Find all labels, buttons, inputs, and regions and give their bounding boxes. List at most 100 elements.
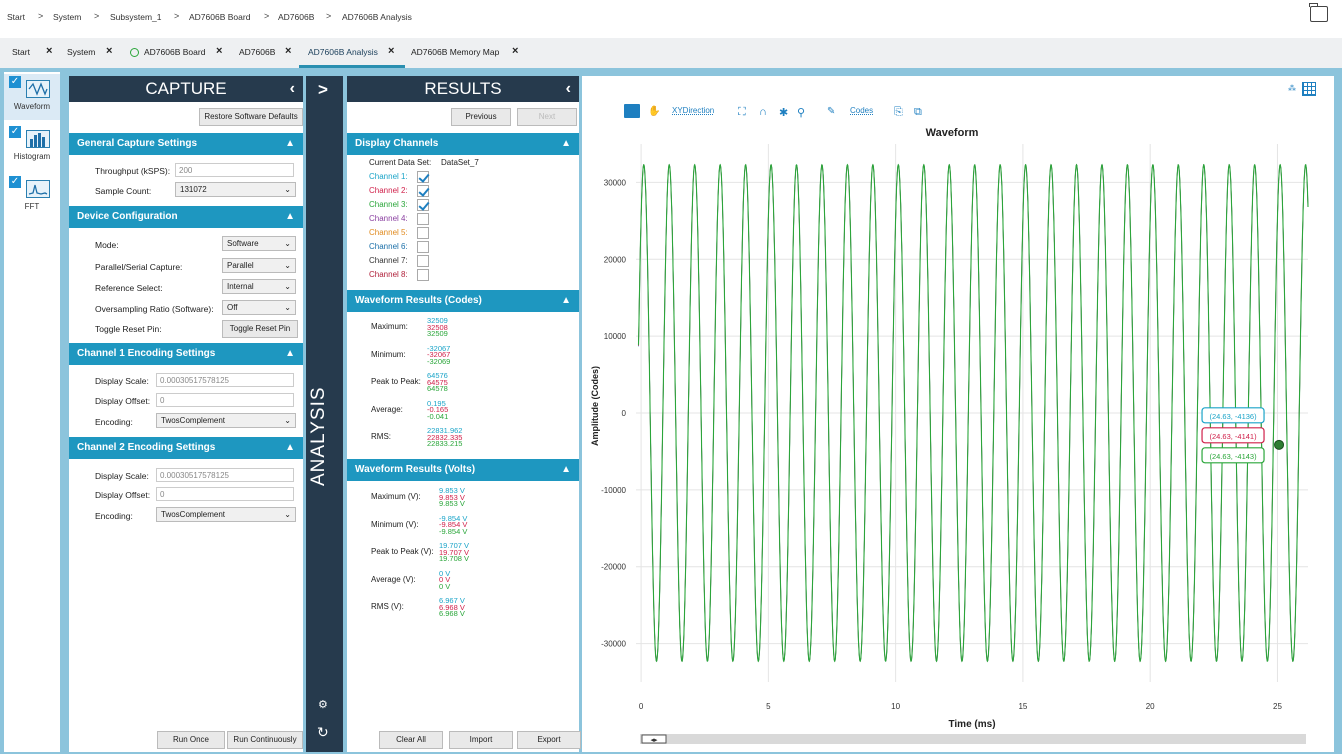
encoding-select[interactable]: TwosComplement ⌄ xyxy=(156,507,296,522)
channel-label: Channel 1: xyxy=(369,172,408,181)
previous-button[interactable]: Previous xyxy=(451,108,511,126)
channel-checkbox[interactable] xyxy=(417,171,429,183)
close-icon[interactable]: × xyxy=(46,45,52,57)
sample-count-label: Sample Count: xyxy=(95,186,152,196)
display-scale-input[interactable]: 0.00030517578125 xyxy=(156,468,294,482)
select-value: Internal xyxy=(227,282,254,291)
result-label: RMS: xyxy=(371,432,391,441)
folder-icon[interactable] xyxy=(1309,3,1328,22)
run-once-button[interactable]: Run Once xyxy=(157,731,225,749)
waveform-chart[interactable]: Waveform 0 5 10 15 20 25 30000 20000 10000 0 -1000… xyxy=(582,76,1334,752)
breadcrumb-item[interactable]: Subsystem_1 xyxy=(110,12,162,22)
display-offset-input[interactable]: 0 xyxy=(156,487,294,501)
result-value: 64578 xyxy=(427,384,448,393)
checkbox-icon[interactable]: ✓ xyxy=(9,76,21,88)
expand-chevron-icon[interactable]: > xyxy=(318,80,328,100)
checkbox-icon[interactable]: ✓ xyxy=(9,126,21,138)
collapse-chevron-icon[interactable]: ‹ xyxy=(566,76,571,102)
channel-checkbox[interactable] xyxy=(417,185,429,197)
tab-system[interactable]: System xyxy=(67,47,95,57)
cursor-tooltip-text: (24.63, -4136) xyxy=(1209,412,1257,421)
x-tick-label: 20 xyxy=(1146,702,1155,711)
cursor-point[interactable] xyxy=(1274,439,1285,450)
breadcrumb-item[interactable]: System xyxy=(53,12,81,22)
horizontal-scrollbar[interactable] xyxy=(640,734,1306,744)
breadcrumb-item[interactable]: Start xyxy=(7,12,25,22)
run-continuously-button[interactable]: Run Continuously xyxy=(227,731,303,749)
throughput-input[interactable]: 200 xyxy=(175,163,294,177)
nav-histogram[interactable]: ✓ Histogram xyxy=(4,124,60,170)
general-settings-header[interactable]: General Capture Settings ▲ xyxy=(69,133,303,155)
channel-checkbox[interactable] xyxy=(417,269,429,281)
encoding-select[interactable]: TwosComplement ⌄ xyxy=(156,413,296,428)
checkbox-icon[interactable]: ✓ xyxy=(9,176,21,188)
encoding-label: Encoding: xyxy=(95,511,133,521)
close-icon[interactable]: × xyxy=(512,45,518,57)
close-icon[interactable]: × xyxy=(106,45,112,57)
tab-analysis[interactable]: AD7606B Analysis xyxy=(308,47,378,57)
breadcrumb-chevron-icon: > xyxy=(174,11,180,21)
collapse-chevron-icon[interactable]: ‹ xyxy=(290,76,295,102)
breadcrumb: Start > System > Subsystem_1 > AD7606B B… xyxy=(0,0,1342,36)
toggle-reset-button[interactable]: Toggle Reset Pin xyxy=(222,320,298,338)
section-title: Device Configuration xyxy=(77,211,178,222)
import-button[interactable]: Import xyxy=(449,731,513,749)
oversampling-label: Oversampling Ratio (Software): xyxy=(95,304,214,314)
parallel-serial-select[interactable]: Parallel ⌄ xyxy=(222,258,296,273)
display-offset-input[interactable]: 0 xyxy=(156,393,294,407)
volts-results-header[interactable]: Waveform Results (Volts) ▲ xyxy=(347,459,579,481)
oversampling-select[interactable]: Off ⌄ xyxy=(222,300,296,315)
close-icon[interactable]: × xyxy=(285,45,291,57)
result-value: 9.853 V xyxy=(439,499,465,508)
tab-device[interactable]: AD7606B xyxy=(239,47,275,57)
nav-label: FFT xyxy=(24,202,40,211)
export-button[interactable]: Export xyxy=(517,731,581,749)
mode-label: Mode: xyxy=(95,240,119,250)
tab-memory-map[interactable]: AD7606B Memory Map xyxy=(411,47,499,57)
channel-checkbox[interactable] xyxy=(417,255,429,267)
result-value: -9.854 V xyxy=(439,526,468,536)
waveform-plot-area[interactable]: ✋ XYDirection ⛶ ∩ ✱ ⚲ ✎ Codes ⎘ ⧉ ⁂ Wave… xyxy=(582,76,1334,752)
sample-count-select[interactable]: 131072 ⌄ xyxy=(175,182,296,197)
plot-type-nav: ✓ Waveform ✓ Histogram ✓ FFT xyxy=(4,72,60,752)
nav-fft[interactable]: ✓ FFT xyxy=(4,174,60,220)
ch2-encoding-header[interactable]: Channel 2 Encoding Settings ▲ xyxy=(69,437,303,459)
reference-select[interactable]: Internal ⌄ xyxy=(222,279,296,294)
breadcrumb-item[interactable]: AD7606B Analysis xyxy=(342,12,412,22)
device-config-header[interactable]: Device Configuration ▲ xyxy=(69,206,303,228)
close-icon[interactable]: × xyxy=(388,45,394,57)
restore-defaults-button[interactable]: Restore Software Defaults xyxy=(199,108,303,126)
display-scale-input[interactable]: 0.00030517578125 xyxy=(156,373,294,387)
next-button[interactable]: Next xyxy=(517,108,577,126)
channel-checkbox[interactable] xyxy=(417,241,429,253)
breadcrumb-item[interactable]: AD7606B Board xyxy=(189,12,250,22)
tab-board[interactable]: AD7606B Board xyxy=(144,47,205,57)
channel-checkbox[interactable] xyxy=(417,199,429,211)
settings-gear-icon[interactable]: ⚙ xyxy=(318,698,328,711)
mode-select[interactable]: Software ⌄ xyxy=(222,236,296,251)
result-value: 0 V xyxy=(439,581,451,591)
result-label: Average: xyxy=(371,404,403,414)
chevron-up-icon: ▲ xyxy=(285,138,295,149)
codes-results-header[interactable]: Waveform Results (Codes) ▲ xyxy=(347,290,579,312)
clear-all-button[interactable]: Clear All xyxy=(379,731,443,749)
analysis-strip[interactable]: > ANALYSIS ⚙ ↻ xyxy=(306,76,343,752)
chevron-down-icon: ⌄ xyxy=(284,261,291,270)
close-icon[interactable]: × xyxy=(216,45,222,57)
channel-label: Channel 2: xyxy=(369,186,408,195)
display-channels-header[interactable]: Display Channels ▲ xyxy=(347,133,579,155)
x-tick-label: 5 xyxy=(766,702,771,711)
tab-start[interactable]: Start xyxy=(12,47,30,57)
refresh-icon[interactable]: ↻ xyxy=(317,724,329,741)
capture-header: CAPTURE ‹ xyxy=(69,76,303,102)
nav-waveform[interactable]: ✓ Waveform xyxy=(4,74,60,120)
section-title: Channel 1 Encoding Settings xyxy=(77,348,216,359)
ch1-encoding-header[interactable]: Channel 1 Encoding Settings ▲ xyxy=(69,343,303,365)
channel-checkbox[interactable] xyxy=(417,227,429,239)
y-axis-label: Amplitude (Codes) xyxy=(590,366,600,446)
channel-checkbox[interactable] xyxy=(417,213,429,225)
y-tick-label: 0 xyxy=(622,409,627,418)
breadcrumb-chevron-icon: > xyxy=(326,11,332,21)
x-tick-label: 10 xyxy=(891,702,900,711)
breadcrumb-item[interactable]: AD7606B xyxy=(278,12,314,22)
